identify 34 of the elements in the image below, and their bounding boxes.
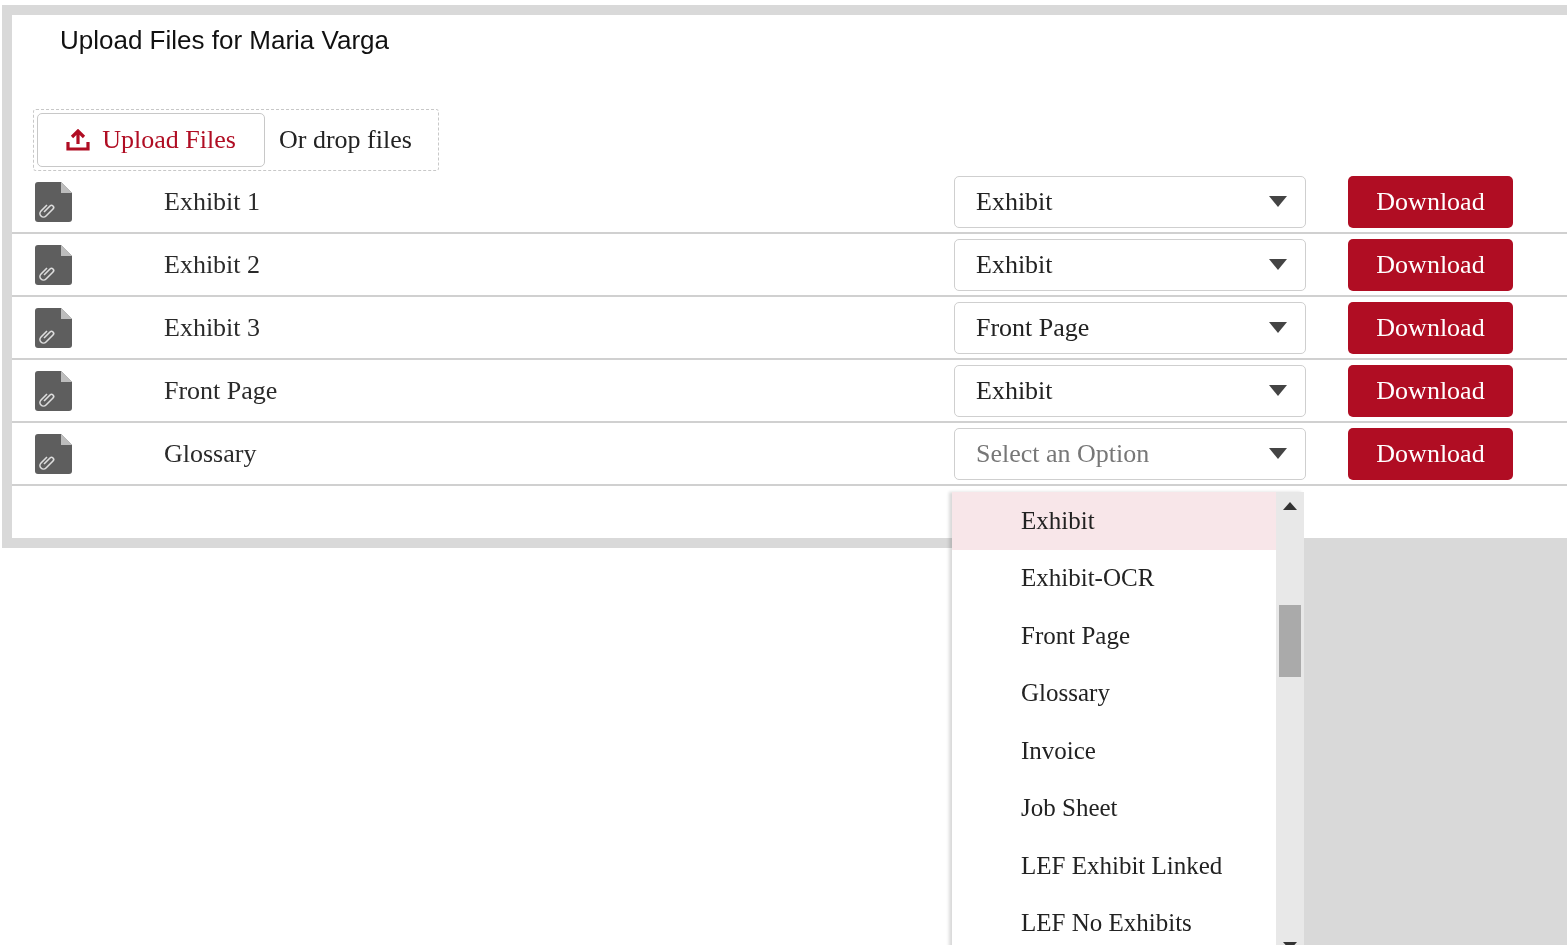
file-name: Glossary xyxy=(164,438,258,469)
type-select[interactable]: Select an Option xyxy=(954,427,1306,480)
download-button[interactable]: Download xyxy=(1348,364,1513,417)
download-button[interactable]: Download xyxy=(1348,238,1513,291)
file-icon xyxy=(35,244,72,285)
download-button[interactable]: Download xyxy=(1348,301,1513,354)
file-name: Exhibit 3 xyxy=(164,312,262,343)
file-icon xyxy=(35,433,72,474)
file-name: Exhibit 1 xyxy=(164,186,262,217)
type-select[interactable]: Exhibit xyxy=(954,364,1306,417)
file-name: Front Page xyxy=(164,375,279,406)
upload-files-button[interactable]: Upload Files xyxy=(37,113,265,167)
caret-icon xyxy=(1269,448,1287,459)
download-button[interactable]: Download xyxy=(1348,175,1513,228)
drop-hint: Or drop files xyxy=(279,125,412,155)
scroll-up-icon[interactable] xyxy=(1283,502,1297,510)
upload-icon xyxy=(66,129,91,151)
file-icon xyxy=(35,370,72,411)
drop-zone[interactable]: Upload Files Or drop files xyxy=(33,109,439,171)
file-icon xyxy=(35,181,72,222)
scroll-thumb[interactable] xyxy=(1279,605,1301,677)
scrollbar[interactable] xyxy=(1276,492,1304,945)
caret-icon xyxy=(1269,385,1287,396)
caret-icon xyxy=(1269,322,1287,333)
caret-icon xyxy=(1269,196,1287,207)
file-icon xyxy=(35,307,72,348)
download-button[interactable]: Download xyxy=(1348,427,1513,480)
panel-title: Upload Files for Maria Varga xyxy=(59,24,390,57)
file-name: Exhibit 2 xyxy=(164,249,262,280)
type-select[interactable]: Exhibit xyxy=(954,175,1306,228)
caret-icon xyxy=(1269,259,1287,270)
dropdown-option[interactable]: Exhibit xyxy=(952,492,1276,550)
type-select[interactable]: Front Page xyxy=(954,301,1306,354)
type-select[interactable]: Exhibit xyxy=(954,238,1306,291)
